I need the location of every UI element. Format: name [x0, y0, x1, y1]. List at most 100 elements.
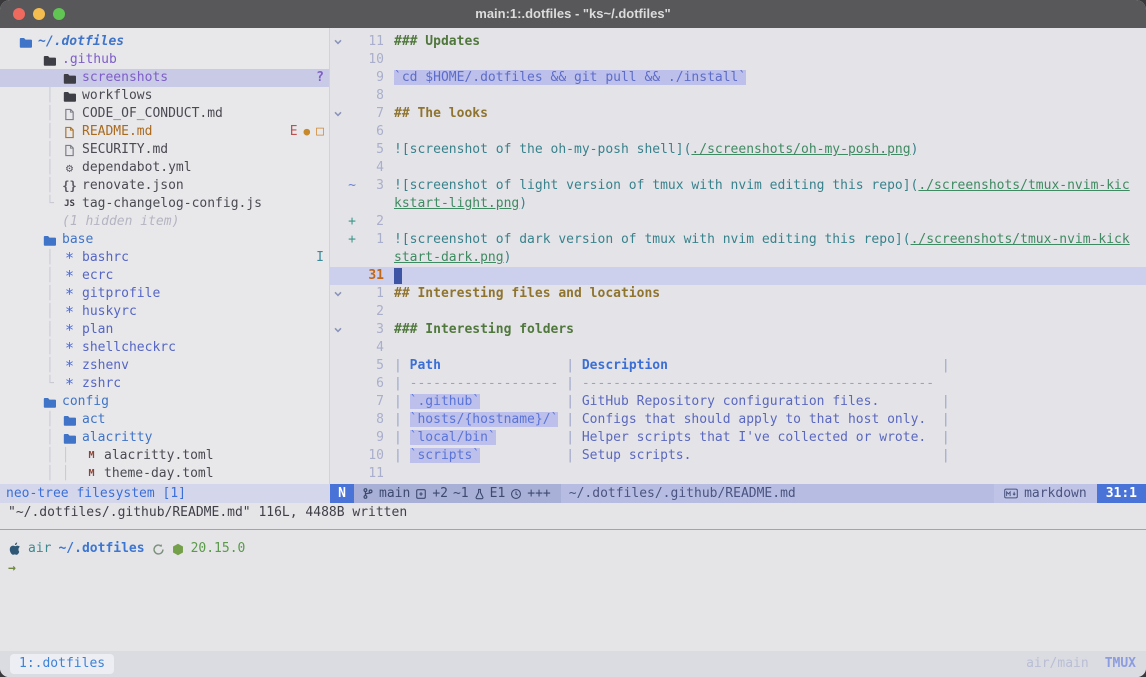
- editor-line[interactable]: +1![screenshot of dark version of tmux w…: [330, 231, 1146, 249]
- tree-item-ecrc[interactable]: │*ecrc: [0, 267, 329, 285]
- shell-pane[interactable]: air ~/.dotfiles 20.15.0 →: [0, 530, 1146, 578]
- editor-line[interactable]: 9| `local/bin` | Helper scripts that I'v…: [330, 429, 1146, 447]
- tree-item-bashrc[interactable]: │*bashrcI: [0, 249, 329, 267]
- tree-item-gitprofile[interactable]: │*gitprofile: [0, 285, 329, 303]
- tree-guide: │: [46, 105, 54, 123]
- syntax-segment: [926, 412, 942, 427]
- editor-line[interactable]: 7## The looks: [330, 105, 1146, 123]
- tree-item-label: .github: [62, 51, 117, 69]
- editor-line[interactable]: start-dark.png): [330, 249, 1146, 267]
- tree-item-huskyrc[interactable]: │*huskyrc: [0, 303, 329, 321]
- tree-item-label: zshrc: [82, 375, 121, 393]
- statusline-filetype-segment: markdown: [994, 484, 1097, 503]
- syntax-segment: ./screenshots/tmux-nvim-kic: [918, 178, 1129, 193]
- status-row: neo-tree filesystem [1] N main +2 ~1 E1: [0, 484, 1146, 503]
- fold-chevron-icon[interactable]: [330, 325, 346, 335]
- tree-item-plan[interactable]: │*plan: [0, 321, 329, 339]
- tree-item-label: (1 hidden item): [62, 213, 179, 231]
- syntax-segment: `.github`: [410, 394, 480, 409]
- tree-item-workflows[interactable]: │workflows: [0, 87, 329, 105]
- tree-item-config[interactable]: config: [0, 393, 329, 411]
- syntax-segment: Configs that should apply to that host o…: [582, 412, 926, 427]
- syntax-segment: |: [394, 448, 410, 463]
- star-icon: *: [62, 375, 77, 393]
- editor-pane[interactable]: 11### Updates109`cd $HOME/.dotfiles && g…: [330, 28, 1146, 484]
- tree-item-code-of-conduct-md[interactable]: │CODE_OF_CONDUCT.md: [0, 105, 329, 123]
- syntax-segment: ./screenshots/tmux-nvim-kick: [911, 232, 1130, 247]
- modified-dot-badge: ●: [304, 123, 311, 141]
- tree-item-theme-day-toml[interactable]: │ │Mtheme-day.toml: [0, 465, 329, 483]
- editor-line[interactable]: 10| `scripts` | Setup scripts. |: [330, 447, 1146, 465]
- editor-line[interactable]: 2: [330, 303, 1146, 321]
- tree-item-alacritty-toml[interactable]: │ │Malacritty.toml: [0, 447, 329, 465]
- file-icon: [62, 126, 77, 139]
- syntax-segment: |: [942, 412, 950, 427]
- editor-line[interactable]: 31: [330, 267, 1146, 285]
- editor-line[interactable]: 7| `.github` | GitHub Repository configu…: [330, 393, 1146, 411]
- line-number: 10: [358, 447, 384, 465]
- fold-chevron-icon[interactable]: [330, 109, 346, 119]
- tree-item-shellcheckrc[interactable]: │*shellcheckrc: [0, 339, 329, 357]
- syntax-segment: ## Interesting files and locations: [394, 286, 660, 301]
- tree-item-label: act: [82, 411, 105, 429]
- editor-line[interactable]: ~3![screenshot of light version of tmux …: [330, 177, 1146, 195]
- editor-line[interactable]: 11### Updates: [330, 33, 1146, 51]
- editor-line[interactable]: 5| Path | Description |: [330, 357, 1146, 375]
- syntax-segment: ./screenshots/oh-my-posh.png: [691, 142, 910, 157]
- editor-line[interactable]: 5![screenshot of the oh-my-posh shell](.…: [330, 141, 1146, 159]
- tree-item-dependabot-yml[interactable]: │⚙dependabot.yml: [0, 159, 329, 177]
- tree-item-zshrc[interactable]: └*zshrc: [0, 375, 329, 393]
- editor-line[interactable]: 11: [330, 465, 1146, 483]
- line-number: 4: [358, 159, 384, 177]
- line-text: ### Updates: [394, 33, 480, 51]
- tree-item-security-md[interactable]: │SECURITY.md: [0, 141, 329, 159]
- line-number: 9: [358, 429, 384, 447]
- tree-item-label: huskyrc: [82, 303, 137, 321]
- tree-guide: │: [46, 87, 54, 105]
- tree-item--1-hidden-item-[interactable]: (1 hidden item): [0, 213, 329, 231]
- tmux-window-label[interactable]: 1:.dotfiles: [10, 654, 114, 674]
- editor-line[interactable]: 4: [330, 159, 1146, 177]
- tree-item-readme-md[interactable]: │README.mdE●□: [0, 123, 329, 141]
- tree-item-tag-changelog-config-js[interactable]: └JStag-changelog-config.js: [0, 195, 329, 213]
- tree-guide: │: [46, 411, 54, 429]
- tree-item-alacritty[interactable]: │alacritty: [0, 429, 329, 447]
- editor-line[interactable]: 9`cd $HOME/.dotfiles && git pull && ./in…: [330, 69, 1146, 87]
- tree-item-label: theme-day.toml: [104, 465, 214, 483]
- tree-item-zshenv[interactable]: │*zshenv: [0, 357, 329, 375]
- tree-guide: │: [46, 159, 54, 177]
- editor-line[interactable]: 4: [330, 339, 1146, 357]
- tree-item--dotfiles[interactable]: ~/.dotfiles: [0, 33, 329, 51]
- git-unstaged-badge: □: [316, 123, 324, 141]
- editor-line[interactable]: 10: [330, 51, 1146, 69]
- syntax-segment: ): [504, 250, 512, 265]
- tree-item-label: SECURITY.md: [82, 141, 168, 159]
- tree-item-label: renovate.json: [82, 177, 184, 195]
- editor-line[interactable]: 6| ------------------- | ---------------…: [330, 375, 1146, 393]
- line-text: | `.github` | GitHub Repository configur…: [394, 393, 950, 411]
- tree-item-screenshots[interactable]: screenshots?: [0, 69, 329, 87]
- syntax-segment: Helper scripts that I've collected or wr…: [582, 430, 926, 445]
- tree-item-act[interactable]: │ act: [0, 411, 329, 429]
- tree-guide: │: [46, 429, 54, 447]
- tmux-status-bar: 1:.dotfiles air/main TMUX: [0, 651, 1146, 677]
- editor-line[interactable]: 1## Interesting files and locations: [330, 285, 1146, 303]
- editor-line[interactable]: 6: [330, 123, 1146, 141]
- editor-line[interactable]: 8: [330, 87, 1146, 105]
- gitsign-column: +: [346, 213, 358, 231]
- syntax-segment: [879, 394, 942, 409]
- editor-line[interactable]: 8| `hosts/{hostname}/` | Configs that sh…: [330, 411, 1146, 429]
- tree-item-label: ~/.dotfiles: [38, 33, 124, 51]
- editor-line[interactable]: 3### Interesting folders: [330, 321, 1146, 339]
- tree-item--github[interactable]: .github: [0, 51, 329, 69]
- terminal-window: main:1:.dotfiles - "ks~/.dotfiles" ~/.do…: [0, 0, 1146, 677]
- tmux-session-label: air/main: [1026, 655, 1089, 673]
- star-icon: *: [62, 357, 77, 375]
- editor-line[interactable]: kstart-light.png): [330, 195, 1146, 213]
- editor-line[interactable]: +2: [330, 213, 1146, 231]
- fold-chevron-icon[interactable]: [330, 37, 346, 47]
- statusline-file-path: ~/.dotfiles/.github/README.md: [561, 484, 994, 503]
- tree-item-base[interactable]: base: [0, 231, 329, 249]
- fold-chevron-icon[interactable]: [330, 289, 346, 299]
- tree-item-renovate-json[interactable]: │{}renovate.json: [0, 177, 329, 195]
